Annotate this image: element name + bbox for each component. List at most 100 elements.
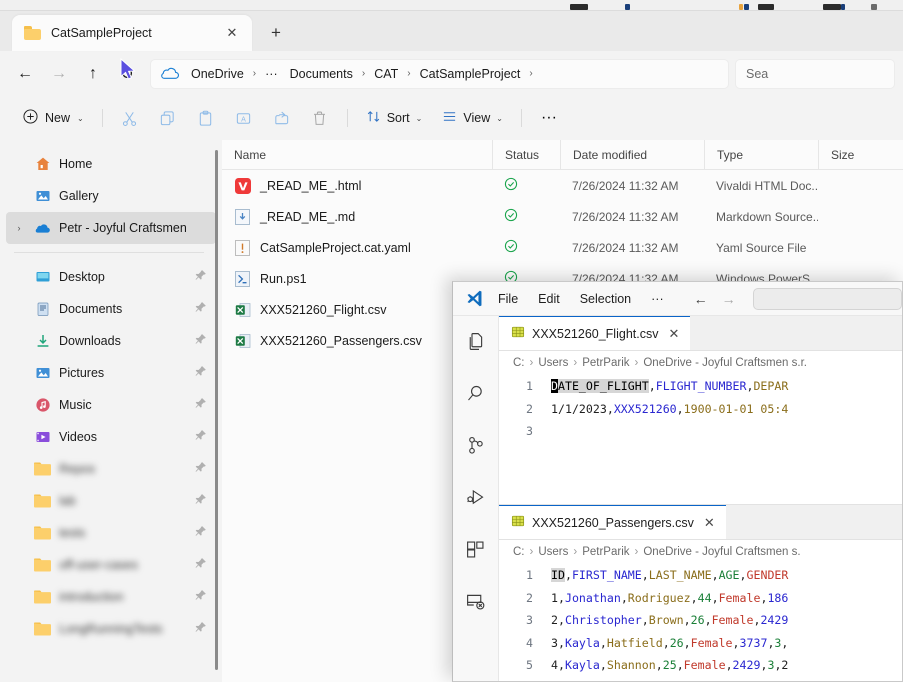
breadcrumb-segment[interactable]: C:: [513, 546, 525, 558]
code-line[interactable]: 2 1/1/2023,XXX521260,1900-01-01 05:4: [499, 398, 902, 421]
up-button[interactable]: ↑: [76, 58, 110, 90]
back-button[interactable]: ←: [8, 58, 42, 90]
vscode-back-button[interactable]: ←: [689, 288, 713, 310]
breadcrumb-segment[interactable]: Users: [538, 357, 568, 369]
code-line[interactable]: 1 DATE_OF_FLIGHT,FLIGHT_NUMBER,DEPAR: [499, 375, 902, 398]
forward-button[interactable]: →: [42, 58, 76, 90]
menu-overflow[interactable]: ···: [642, 289, 673, 309]
paste-button[interactable]: [188, 103, 224, 133]
breadcrumb-item-documents[interactable]: Documents: [284, 65, 359, 83]
breadcrumb-segment[interactable]: PetrParik: [582, 357, 629, 369]
sidebar-item-pictures[interactable]: Pictures: [6, 357, 216, 389]
pin-icon[interactable]: [194, 269, 208, 285]
pin-icon[interactable]: [194, 525, 208, 541]
breadcrumb-segment[interactable]: C:: [513, 357, 525, 369]
breadcrumb-item-cat[interactable]: CAT: [368, 65, 404, 83]
code-line[interactable]: 3 2,Christopher,Brown,26,Female,2429: [499, 609, 902, 632]
sidebar-item-longrunningtests[interactable]: LongRunningTests: [6, 613, 216, 645]
pin-icon[interactable]: [194, 365, 208, 381]
explorer-tab[interactable]: CatSampleProject ✕: [12, 15, 252, 51]
taskbar-item[interactable]: [570, 4, 588, 10]
breadcrumb-segment[interactable]: OneDrive - Joyful Craftsmen s.: [643, 546, 800, 558]
sidebar-item-downloads[interactable]: Downloads: [6, 325, 216, 357]
share-button[interactable]: [264, 103, 300, 133]
taskbar-item[interactable]: [744, 4, 749, 10]
explorer-icon[interactable]: [461, 326, 491, 356]
view-button[interactable]: View ⌄: [433, 103, 512, 133]
command-center-input[interactable]: [752, 287, 902, 310]
new-button[interactable]: New ⌄: [14, 103, 93, 133]
editor-tab[interactable]: XXX521260_Flight.csv ✕: [499, 316, 691, 350]
sidebar-item-repos[interactable]: Repos: [6, 453, 216, 485]
taskbar-item[interactable]: [625, 4, 630, 10]
sidebar-item-tests[interactable]: tests: [6, 517, 216, 549]
sidebar-item-gallery[interactable]: Gallery: [6, 180, 216, 212]
close-icon[interactable]: ✕: [665, 326, 682, 342]
run-and-debug-icon[interactable]: [461, 482, 491, 512]
extensions-icon[interactable]: [461, 534, 491, 564]
code-editor[interactable]: 1 ID,FIRST_NAME,LAST_NAME,AGE,GENDER 2 1,Jo…: [499, 563, 902, 681]
search-input[interactable]: Sea: [735, 58, 895, 89]
breadcrumb-segment[interactable]: Users: [538, 546, 568, 558]
pin-icon[interactable]: [194, 301, 208, 317]
taskbar-item[interactable]: [823, 4, 841, 10]
sidebar-item-desktop[interactable]: Desktop: [6, 261, 216, 293]
close-icon[interactable]: ✕: [701, 515, 718, 531]
sidebar-item-lab[interactable]: lab: [6, 485, 216, 517]
taskbar-item[interactable]: [758, 4, 774, 10]
menu-edit[interactable]: Edit: [529, 289, 569, 309]
sidebar-item-introduction[interactable]: introduction: [6, 581, 216, 613]
breadcrumb-segment[interactable]: OneDrive - Joyful Craftsmen s.r.: [643, 357, 807, 369]
table-row[interactable]: CatSampleProject.cat.yaml 7/26/2024 11:32…: [222, 232, 903, 263]
sidebar-item-off-user-cases[interactable]: off-user-cases: [6, 549, 216, 581]
sidebar-item-documents[interactable]: Documents: [6, 293, 216, 325]
pin-icon[interactable]: [194, 333, 208, 349]
column-header-status[interactable]: Status: [492, 140, 560, 169]
column-header-size[interactable]: Size: [818, 140, 898, 169]
pin-icon[interactable]: [194, 461, 208, 477]
code-line[interactable]: 5 4,Kayla,Shannon,25,Female,2429,3,2: [499, 654, 902, 677]
taskbar-item[interactable]: [871, 4, 877, 10]
column-header-date-modified[interactable]: Date modified: [560, 140, 704, 169]
chevron-right-icon[interactable]: ›: [12, 223, 26, 233]
code-line[interactable]: 4 3,Kayla,Hatfield,26,Female,3737,3,: [499, 632, 902, 655]
taskbar-item[interactable]: [739, 4, 743, 10]
copy-button[interactable]: [150, 103, 186, 133]
pin-icon[interactable]: [194, 397, 208, 413]
column-header-name[interactable]: Name ⌃: [222, 140, 492, 169]
cut-button[interactable]: [112, 103, 148, 133]
source-control-icon[interactable]: [461, 430, 491, 460]
table-row[interactable]: _READ_ME_.md 7/26/2024 11:32 AM Markdown S…: [222, 201, 903, 232]
sidebar-item-home[interactable]: Home: [6, 148, 216, 180]
vscode-forward-button[interactable]: →: [717, 288, 741, 310]
code-line[interactable]: 2 1,Jonathan,Rodriguez,44,Female,186: [499, 587, 902, 610]
editor-tab[interactable]: XXX521260_Passengers.csv ✕: [499, 505, 726, 539]
code-editor[interactable]: 1 DATE_OF_FLIGHT,FLIGHT_NUMBER,DEPAR 2 1/1/…: [499, 374, 902, 504]
refresh-button[interactable]: ↻: [110, 58, 144, 90]
pin-icon[interactable]: [194, 621, 208, 637]
menu-selection[interactable]: Selection: [571, 289, 640, 309]
column-header-type[interactable]: Type: [704, 140, 818, 169]
code-line[interactable]: 1 ID,FIRST_NAME,LAST_NAME,AGE,GENDER: [499, 564, 902, 587]
sidebar-scrollbar[interactable]: [215, 150, 218, 670]
menu-file[interactable]: File: [489, 289, 527, 309]
taskbar-item[interactable]: [841, 4, 845, 10]
remote-explorer-icon[interactable]: [461, 586, 491, 616]
pin-icon[interactable]: [194, 557, 208, 573]
rename-button[interactable]: A: [226, 103, 262, 133]
breadcrumb-segment[interactable]: PetrParik: [582, 546, 629, 558]
more-options-button[interactable]: ···: [531, 103, 567, 133]
sort-button[interactable]: Sort ⌄: [357, 103, 432, 133]
pin-icon[interactable]: [194, 589, 208, 605]
breadcrumb-overflow[interactable]: ···: [259, 65, 284, 83]
breadcrumb[interactable]: OneDrive › ··· Documents › CAT › CatSamp…: [150, 58, 729, 89]
sidebar-item-music[interactable]: Music: [6, 389, 216, 421]
breadcrumb-root[interactable]: OneDrive: [185, 65, 250, 83]
breadcrumb-item-catsampleproject[interactable]: CatSampleProject: [414, 65, 527, 83]
close-icon[interactable]: ✕: [220, 21, 244, 45]
code-line[interactable]: 3: [499, 420, 902, 443]
sidebar-item-petr-joyful-craftsmen-s-r-o[interactable]: › Petr - Joyful Craftsmen s.r.o: [6, 212, 216, 244]
pin-icon[interactable]: [194, 429, 208, 445]
table-row[interactable]: _READ_ME_.html 7/26/2024 11:32 AM Vivaldi …: [222, 170, 903, 201]
pin-icon[interactable]: [194, 493, 208, 509]
